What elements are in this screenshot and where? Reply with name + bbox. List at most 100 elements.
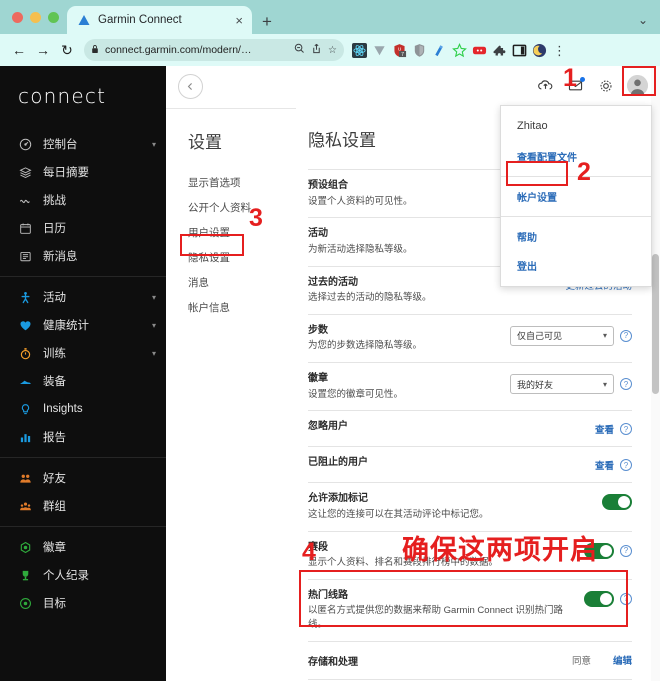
setting-row-popular-routes: 热门线路 以匿名方式提供您的数据来帮助 Garmin Connect 识别热门路… [308, 578, 632, 641]
sidebar-item-news[interactable]: 新消息 [0, 242, 166, 270]
dark-reader-icon[interactable] [532, 43, 547, 58]
account-row-storage-processing: 存储和处理 同意 编辑 [308, 640, 632, 679]
sidebar-label: 日历 [43, 223, 66, 235]
react-devtools-icon[interactable] [352, 42, 367, 58]
help-icon[interactable]: ? [620, 459, 632, 472]
browser-menu-icon[interactable]: ⋮ [553, 44, 566, 57]
chevron-down-icon: ▾ [151, 139, 156, 149]
menu-item-account-settings[interactable]: 帐户设置 [501, 182, 651, 211]
sidebar-section-fitness: 活动 ▾ 健康统计 ▾ 训练 ▾ 装备 Insights 报告 [0, 276, 166, 457]
scrollbar-thumb[interactable] [652, 254, 659, 394]
app-sidebar: connect 控制台 ▾ 每日摘要 挑战 日历 新消息 活动 ▾ 健康统计 ▾… [0, 66, 166, 681]
setting-label: 徽章 [308, 373, 328, 385]
starred-extension-icon[interactable] [452, 42, 467, 58]
help-icon[interactable]: ? [620, 423, 632, 436]
avatar[interactable] [627, 75, 648, 96]
menu-item-help[interactable]: 帮助 [501, 222, 651, 251]
tampermonkey-icon[interactable] [432, 43, 447, 58]
sidebar-item-friends[interactable]: 好友 [0, 464, 166, 492]
sidebar-item-health-stats[interactable]: 健康统计 ▾ [0, 311, 166, 339]
minimize-window-button[interactable] [30, 11, 41, 23]
sidebar-item-calendar[interactable]: 日历 [0, 214, 166, 242]
sidebar-item-goals[interactable]: 目标 [0, 589, 166, 617]
sidebar-section-achievements: 徽章 个人纪录 目标 [0, 526, 166, 623]
close-window-button[interactable] [12, 11, 23, 23]
share-icon[interactable] [311, 43, 322, 57]
settings-item-account-info[interactable]: 帐户信息 [188, 295, 298, 320]
settings-item-public-profile[interactable]: 公开个人资料 [188, 195, 298, 220]
allow-tagging-toggle[interactable] [602, 494, 632, 511]
sidebar-item-gear[interactable]: 装备 [0, 367, 166, 395]
sidebar-item-personal-records[interactable]: 个人纪录 [0, 561, 166, 589]
garmin-triangle-icon [77, 13, 91, 27]
new-tab-button[interactable]: + [262, 13, 272, 30]
sidebar-item-groups[interactable]: 群组 [0, 492, 166, 520]
gear-icon[interactable] [597, 77, 614, 94]
sidebar-item-challenges[interactable]: 挑战 [0, 186, 166, 214]
reload-button[interactable]: ↻ [56, 39, 78, 61]
help-icon[interactable]: ? [620, 544, 632, 557]
sidebar-item-activities[interactable]: 活动 ▾ [0, 283, 166, 311]
account-row-label: 存储和处理 [308, 656, 358, 668]
sidebar-item-dashboard[interactable]: 控制台 ▾ [0, 130, 166, 158]
chevron-down-icon: ▾ [602, 379, 607, 389]
sidebar-label: 个人纪录 [43, 570, 89, 582]
setting-label: 热门线路 [308, 589, 348, 601]
menu-item-view-profile[interactable]: 查看配置文件 [501, 142, 651, 171]
tab-strip: Garmin Connect × + ⌄ [0, 0, 660, 34]
steps-select[interactable]: 仅自己可见 ▾ [510, 325, 614, 346]
notification-badge [580, 77, 585, 82]
inbox-icon[interactable] [567, 77, 585, 94]
browser-window: Garmin Connect × + ⌄ ← → ↻ connect.garmi… [0, 0, 660, 681]
segments-toggle[interactable] [584, 542, 614, 559]
sidebar-item-reports[interactable]: 报告 [0, 423, 166, 451]
setting-row-steps: 步数 为您的步数选择隐私等级。 仅自己可见 ▾ ? [308, 313, 632, 362]
view-blocked-users-link[interactable]: 查看 [595, 458, 614, 472]
browser-tab[interactable]: Garmin Connect × [67, 6, 252, 34]
settings-item-privacy-settings[interactable]: 隐私设置 [188, 245, 298, 270]
popular-routes-toggle[interactable] [584, 590, 614, 607]
chevron-down-icon[interactable]: ⌄ [638, 13, 648, 27]
sidebar-item-insights[interactable]: Insights [0, 395, 166, 423]
sidebar-label: 报告 [43, 432, 66, 444]
settings-item-user-settings[interactable]: 用户设置 [188, 220, 298, 245]
close-tab-icon[interactable]: × [232, 14, 246, 27]
setting-row-blocked-users: 已阻止的用户 查看 ? [308, 446, 632, 482]
one-password-icon[interactable] [412, 43, 427, 58]
sidebar-item-training[interactable]: 训练 ▾ [0, 339, 166, 367]
back-button[interactable]: ← [8, 39, 30, 61]
cloud-upload-icon[interactable] [537, 77, 554, 94]
badges-select[interactable]: 我的好友 ▾ [510, 374, 614, 395]
search-minus-icon[interactable] [294, 43, 305, 57]
chevron-down-icon: ▾ [151, 348, 156, 358]
sidebar-label: Insights [43, 403, 83, 415]
menu-item-logout[interactable]: 登出 [501, 251, 651, 280]
help-icon[interactable]: ? [620, 378, 632, 391]
sidebar-label: 装备 [43, 376, 66, 388]
settings-item-messages[interactable]: 消息 [188, 270, 298, 295]
sidebar-item-badges[interactable]: 徽章 [0, 533, 166, 561]
address-bar[interactable]: connect.garmin.com/modern/… ☆ [84, 39, 344, 61]
settings-item-display-preferences[interactable]: 显示首选项 [188, 170, 298, 195]
forward-button[interactable]: → [32, 39, 54, 61]
puzzle-extensions-icon[interactable] [492, 43, 507, 58]
menu-divider [501, 176, 651, 177]
page-scrollbar[interactable] [651, 66, 660, 681]
back-circle-button[interactable] [178, 74, 203, 99]
bookmark-star-icon[interactable]: ☆ [328, 45, 337, 56]
edit-storage-processing-link[interactable]: 编辑 [613, 653, 632, 667]
video-download-icon[interactable] [472, 43, 487, 58]
sidebar-item-daily-summary[interactable]: 每日摘要 [0, 158, 166, 186]
target-icon [18, 596, 32, 610]
ublock-origin-icon[interactable]: u7 [392, 43, 407, 58]
view-ignored-users-link[interactable]: 查看 [595, 422, 614, 436]
vimium-icon[interactable] [372, 43, 387, 58]
menu-divider [501, 216, 651, 217]
setting-label: 忽略用户 [308, 421, 348, 433]
sidepanel-icon[interactable] [512, 43, 527, 58]
bulb-icon [18, 402, 32, 416]
help-icon[interactable]: ? [620, 592, 632, 605]
select-value: 我的好友 [517, 379, 554, 390]
help-icon[interactable]: ? [620, 329, 632, 342]
maximize-window-button[interactable] [48, 11, 59, 23]
